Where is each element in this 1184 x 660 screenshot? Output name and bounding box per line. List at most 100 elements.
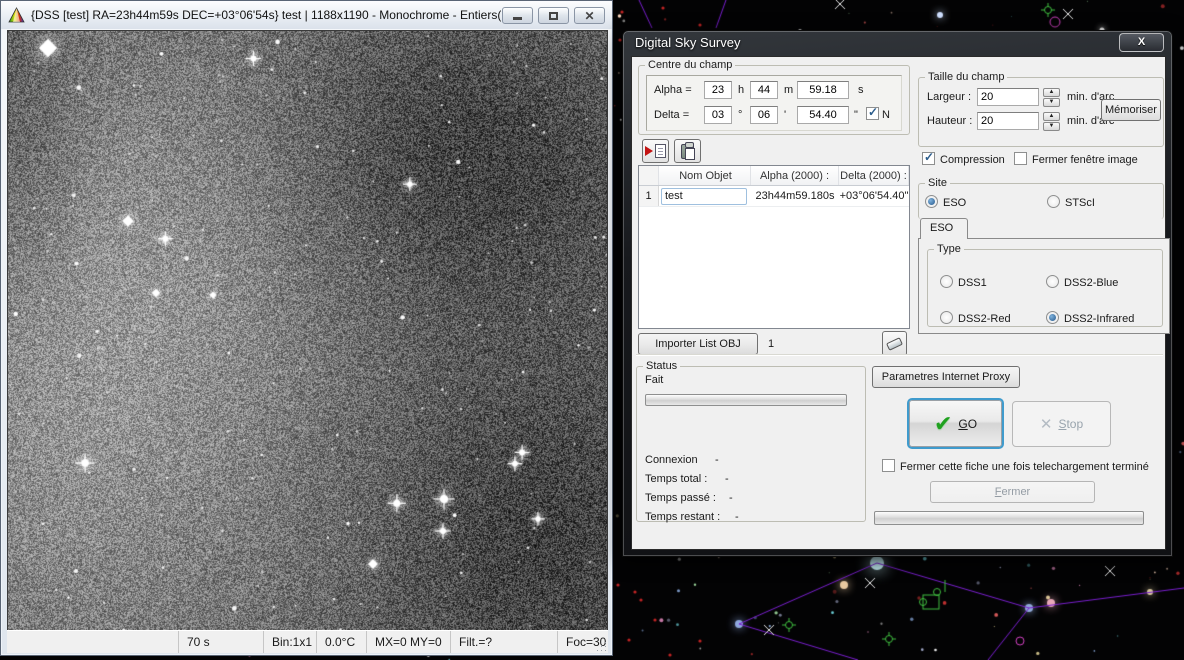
object-alpha-cell: 23h44m59.180s	[751, 186, 839, 206]
maximize-icon	[549, 12, 558, 20]
close-x-icon: X	[1138, 36, 1145, 48]
status-filter: Filt.=?	[451, 631, 558, 653]
status-group: Status Fait Connexion - Temps total : - …	[636, 360, 866, 522]
go-button[interactable]: ✔ GO	[907, 398, 1004, 449]
delta-label: Delta =	[654, 109, 689, 121]
fermer-fiche-label: Fermer cette fiche une fois telechargeme…	[900, 461, 1149, 473]
importer-list-obj-button[interactable]: Importer List OBJ	[638, 333, 758, 355]
status-exposure: 70 s	[179, 631, 264, 653]
object-delta-cell: +03°06'54.40"	[839, 186, 909, 206]
dss-image-window: {DSS [test] RA=23h44m59s DEC=+03°06'54s}…	[0, 0, 613, 656]
app-prism-icon	[8, 7, 25, 23]
image-status-bar: 70 s Bin:1x1 0.0°C MX=0 MY=0 Filt.=? Foc…	[7, 630, 608, 653]
red-arrow-icon	[645, 146, 653, 156]
dialog-title: Digital Sky Survey	[635, 35, 740, 50]
proxy-settings-button[interactable]: Parametres Internet Proxy	[872, 366, 1020, 388]
alpha-m-unit: m	[784, 84, 793, 96]
tab-eso[interactable]: ESO	[920, 218, 968, 239]
hauteur-spinner[interactable]: ▲ ▼	[1043, 112, 1060, 131]
global-progress-bar	[874, 511, 1144, 525]
status-segment-empty	[7, 631, 179, 653]
dialog-client-area: Centre du champ Alpha = h m s Delta = ° …	[631, 56, 1166, 550]
download-progress-bar	[645, 394, 847, 406]
radio-dss1[interactable]	[940, 275, 953, 288]
taille-du-champ-group: Taille du champ Largeur : ▲ ▼ min. d'arc…	[918, 71, 1164, 147]
hauteur-label: Hauteur :	[927, 115, 972, 127]
north-label: N	[882, 109, 890, 121]
delta-deg-unit: °	[738, 109, 742, 121]
dss-starfield-image[interactable]	[7, 30, 608, 631]
temps-passe-value: -	[729, 492, 733, 504]
largeur-spin-up-icon[interactable]: ▲	[1043, 88, 1060, 97]
radio-dss1-label[interactable]: DSS1	[958, 277, 987, 289]
delta-arcmin-field[interactable]	[750, 106, 778, 124]
image-window-title: {DSS [test] RA=23h44m59s DEC=+03°06'54s}…	[31, 8, 501, 22]
image-window-titlebar[interactable]: {DSS [test] RA=23h44m59s DEC=+03°06'54s}…	[1, 1, 612, 29]
alpha-label: Alpha =	[654, 84, 692, 96]
radio-dss2-blue[interactable]	[1046, 275, 1059, 288]
radio-dss2-red-label[interactable]: DSS2-Red	[958, 313, 1011, 325]
stop-button[interactable]: ✕ Stop	[1012, 401, 1111, 447]
alpha-hours-field[interactable]	[704, 81, 732, 99]
connexion-value: -	[715, 454, 719, 466]
desktop: {DSS [test] RA=23h44m59s DEC=+03°06'54s}…	[0, 0, 1184, 660]
maximize-button[interactable]	[538, 7, 569, 24]
memoriser-button[interactable]: Mémoriser	[1101, 99, 1161, 121]
header-row-number	[639, 166, 659, 185]
green-check-icon: ✔	[934, 413, 952, 435]
resize-grip[interactable]	[605, 650, 606, 651]
largeur-field[interactable]	[977, 88, 1039, 106]
alpha-h-unit: h	[738, 84, 744, 96]
radio-dss2-blue-label[interactable]: DSS2-Blue	[1064, 277, 1118, 289]
radio-dss2-red[interactable]	[940, 311, 953, 324]
delta-sec-unit: "	[854, 109, 858, 121]
dialog-close-button[interactable]: X	[1119, 33, 1164, 52]
largeur-spinner[interactable]: ▲ ▼	[1043, 88, 1060, 107]
delta-arcsec-field[interactable]	[797, 106, 849, 124]
temps-total-label: Temps total :	[645, 473, 707, 485]
status-mouse-xy: MX=0 MY=0	[367, 631, 451, 653]
hauteur-spin-up-icon[interactable]: ▲	[1043, 112, 1060, 121]
status-binning: Bin:1x1	[264, 631, 317, 653]
fermer-button[interactable]: Fermer	[930, 481, 1095, 503]
temps-passe-label: Temps passé :	[645, 492, 716, 504]
connexion-label: Connexion	[645, 454, 698, 466]
status-legend: Status	[643, 360, 680, 372]
compression-checkbox[interactable]	[922, 152, 935, 165]
close-button[interactable]: ✕	[574, 7, 605, 24]
delta-degrees-field[interactable]	[704, 106, 732, 124]
minimize-icon	[513, 17, 522, 20]
hauteur-field[interactable]	[977, 112, 1039, 130]
paste-button[interactable]	[674, 139, 701, 163]
temps-restant-label: Temps restant :	[645, 511, 720, 523]
alpha-seconds-field[interactable]	[797, 81, 849, 99]
close-icon: ✕	[584, 10, 594, 22]
eso-tab-panel: Type DSS1 DSS2-Blue DSS2-Red DSS2-Infrar…	[918, 238, 1170, 334]
alpha-minutes-field[interactable]	[750, 81, 778, 99]
stop-x-icon: ✕	[1040, 417, 1053, 432]
header-nom-objet: Nom Objet	[659, 166, 751, 185]
radio-dss2-infrared-label[interactable]: DSS2-Infrared	[1064, 313, 1134, 325]
minimize-button[interactable]	[502, 7, 533, 24]
row-number: 1	[639, 186, 659, 206]
radio-dss2-infrared[interactable]	[1046, 311, 1059, 324]
compression-label: Compression	[940, 154, 1005, 166]
radio-stsci[interactable]	[1047, 195, 1060, 208]
status-focus: Foc=30	[558, 631, 608, 653]
type-legend: Type	[934, 243, 964, 255]
table-row[interactable]: 1 test 23h44m59.180s +03°06'54.40"	[639, 186, 909, 207]
radio-stsci-label[interactable]: STScI	[1065, 197, 1095, 209]
fermer-fenetre-checkbox[interactable]	[1014, 152, 1027, 165]
import-coords-button[interactable]	[642, 139, 669, 163]
fermer-fiche-checkbox[interactable]	[882, 459, 895, 472]
radio-eso-label[interactable]: ESO	[943, 197, 966, 209]
clear-list-button[interactable]	[882, 331, 907, 356]
north-checkbox[interactable]	[866, 107, 879, 120]
largeur-spin-down-icon[interactable]: ▼	[1043, 98, 1060, 107]
hauteur-spin-down-icon[interactable]: ▼	[1043, 122, 1060, 131]
delta-min-unit: '	[784, 109, 786, 121]
type-group: Type DSS1 DSS2-Blue DSS2-Red DSS2-Infrar…	[927, 243, 1163, 327]
radio-eso[interactable]	[925, 195, 938, 208]
object-name-cell[interactable]: test	[661, 188, 747, 205]
centre-du-champ-legend: Centre du champ	[645, 59, 735, 71]
